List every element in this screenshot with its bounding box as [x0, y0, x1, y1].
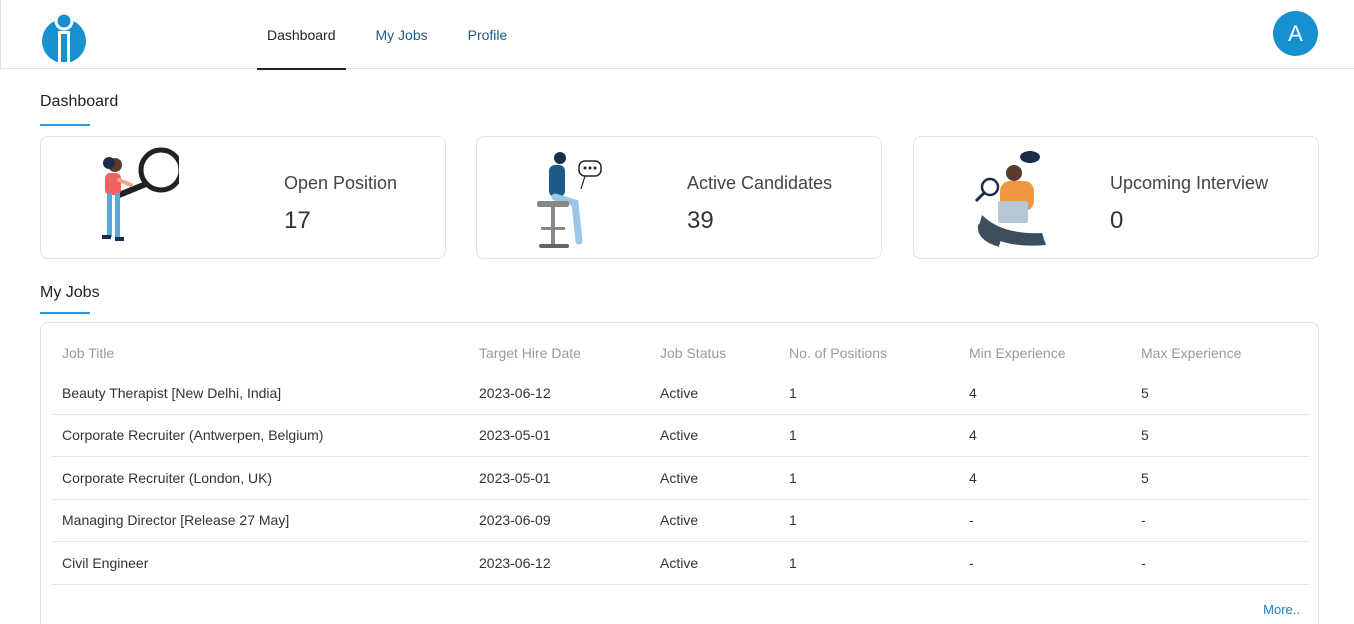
- top-navbar: Dashboard My Jobs Profile A: [0, 0, 1354, 70]
- table-row[interactable]: Corporate Recruiter (Antwerpen, Belgium)…: [52, 414, 1309, 457]
- job-title-cell[interactable]: Beauty Therapist [New Delhi, India]: [52, 373, 469, 415]
- company-logo[interactable]: [41, 13, 87, 63]
- stat-label: Open Position: [284, 173, 398, 193]
- stat-value: 0: [1110, 207, 1124, 234]
- hire-date-cell: 2023-05-01: [469, 414, 650, 457]
- positions-cell: 1: [779, 373, 959, 415]
- min-experience-cell: -: [959, 541, 1131, 585]
- status-cell: Active: [650, 414, 779, 457]
- max-experience-cell: -: [1131, 499, 1309, 542]
- min-experience-cell: 4: [959, 414, 1131, 457]
- my-jobs-title-underline: [40, 312, 90, 314]
- job-title-cell[interactable]: Corporate Recruiter (London, UK): [52, 456, 469, 500]
- table-row[interactable]: Beauty Therapist [New Delhi, India] 2023…: [52, 373, 1309, 415]
- status-cell: Active: [650, 373, 779, 415]
- min-experience-cell: 4: [959, 456, 1131, 500]
- table-header-row: Job Title Target Hire Date Job Status No…: [52, 333, 1309, 373]
- jobs-table: Job Title Target Hire Date Job Status No…: [52, 333, 1309, 585]
- positions-cell: 1: [779, 414, 959, 457]
- job-title-cell[interactable]: Corporate Recruiter (Antwerpen, Belgium): [52, 414, 469, 457]
- stat-label: Active Candidates: [687, 173, 833, 193]
- column-header-min-experience[interactable]: Min Experience: [959, 333, 1131, 373]
- person-on-stool-chat-icon: [537, 152, 602, 248]
- stat-card-upcoming-interview[interactable]: Upcoming Interview 0: [913, 136, 1319, 259]
- positions-cell: 1: [779, 541, 959, 585]
- column-header-positions[interactable]: No. of Positions: [779, 333, 959, 373]
- column-header-max-experience[interactable]: Max Experience: [1131, 333, 1309, 373]
- hire-date-cell: 2023-06-12: [469, 373, 650, 415]
- more-jobs-link[interactable]: More..: [1263, 602, 1300, 617]
- min-experience-cell: -: [959, 499, 1131, 542]
- column-header-job-status[interactable]: Job Status: [650, 333, 779, 373]
- user-avatar[interactable]: A: [1273, 11, 1318, 56]
- table-row[interactable]: Managing Director [Release 27 May] 2023-…: [52, 499, 1309, 542]
- stat-card-open-position[interactable]: Open Position 17: [40, 136, 446, 259]
- status-cell: Active: [650, 499, 779, 542]
- hire-date-cell: 2023-05-01: [469, 456, 650, 500]
- status-cell: Active: [650, 456, 779, 500]
- tab-dashboard[interactable]: Dashboard: [257, 0, 346, 70]
- job-title-cell[interactable]: Civil Engineer: [52, 541, 469, 585]
- positions-cell: 1: [779, 456, 959, 500]
- max-experience-cell: 5: [1131, 414, 1309, 457]
- table-row[interactable]: Corporate Recruiter (London, UK) 2023-05…: [52, 456, 1309, 500]
- magnifier-person-icon: [102, 147, 179, 241]
- tab-profile[interactable]: Profile: [458, 0, 518, 69]
- dashboard-title-underline: [40, 124, 90, 126]
- stat-label: Upcoming Interview: [1110, 173, 1269, 193]
- min-experience-cell: 4: [959, 373, 1131, 415]
- column-header-job-title[interactable]: Job Title: [52, 333, 469, 373]
- person-with-laptop-icon: [974, 151, 1046, 247]
- stat-value: 39: [687, 207, 714, 234]
- column-header-target-hire-date[interactable]: Target Hire Date: [469, 333, 650, 373]
- jobs-table-panel: Job Title Target Hire Date Job Status No…: [40, 322, 1319, 624]
- my-jobs-title: My Jobs: [40, 284, 100, 301]
- stat-value: 17: [284, 207, 311, 234]
- hire-date-cell: 2023-06-09: [469, 499, 650, 542]
- main-nav: Dashboard My Jobs Profile: [257, 0, 518, 70]
- positions-cell: 1: [779, 499, 959, 542]
- max-experience-cell: 5: [1131, 456, 1309, 500]
- dashboard-title: Dashboard: [40, 93, 119, 110]
- table-row[interactable]: Civil Engineer 2023-06-12 Active 1 - -: [52, 541, 1309, 585]
- status-cell: Active: [650, 541, 779, 585]
- hire-date-cell: 2023-06-12: [469, 541, 650, 585]
- stat-card-active-candidates[interactable]: Active Candidates 39: [476, 136, 882, 259]
- tab-my-jobs[interactable]: My Jobs: [366, 0, 438, 69]
- job-title-cell[interactable]: Managing Director [Release 27 May]: [52, 499, 469, 542]
- max-experience-cell: 5: [1131, 373, 1309, 415]
- max-experience-cell: -: [1131, 541, 1309, 585]
